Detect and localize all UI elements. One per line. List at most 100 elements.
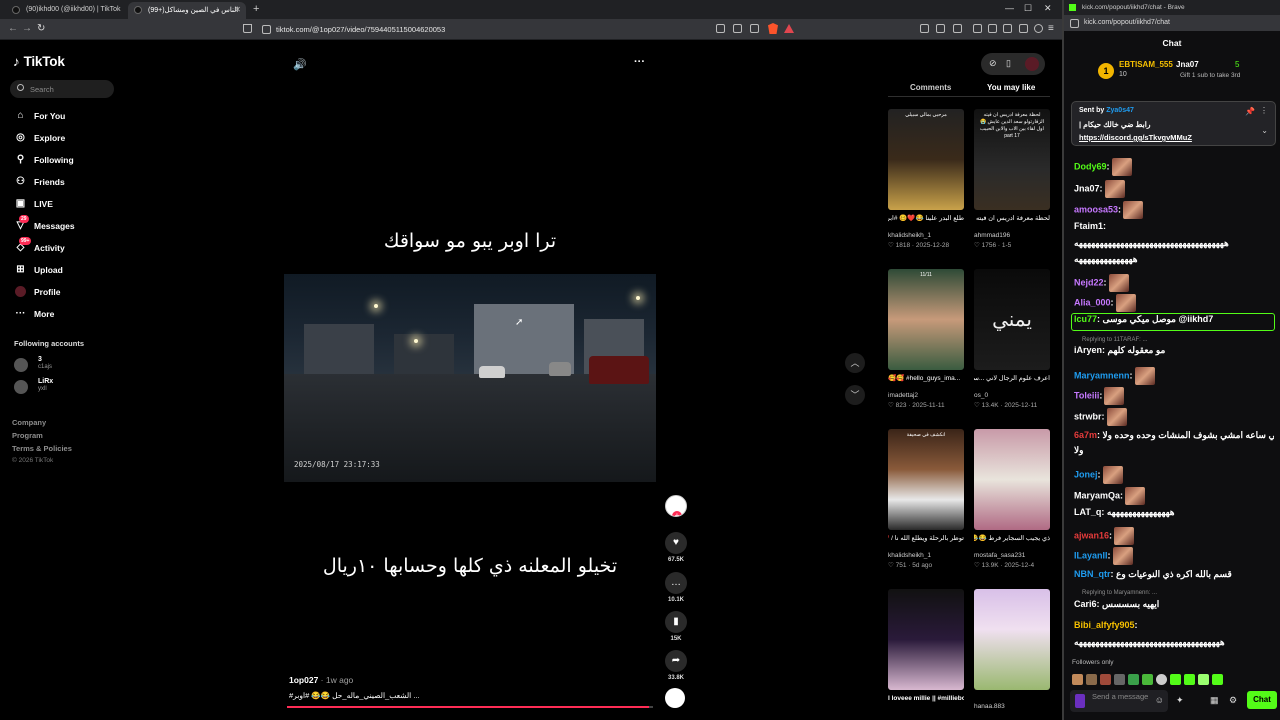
chevron-down-icon[interactable]: ⌄ xyxy=(1261,126,1268,135)
chat-username[interactable]: Cari6 xyxy=(1074,599,1097,609)
extension-icon[interactable] xyxy=(936,24,945,33)
chat-message[interactable]: ILayanII: xyxy=(1074,547,1274,565)
emote-icon[interactable] xyxy=(1100,674,1111,685)
site-info-icon[interactable] xyxy=(262,25,271,34)
comment-button[interactable]: … 10.1K xyxy=(664,572,688,603)
device-icon[interactable]: ▯ xyxy=(1006,58,1011,69)
brave-rewards-icon[interactable] xyxy=(784,24,794,33)
chat-message[interactable]: Alia_000: xyxy=(1074,294,1274,312)
chat-username[interactable]: Jonej xyxy=(1074,469,1098,479)
chat-username[interactable]: ajwan16 xyxy=(1074,530,1109,540)
video-card[interactable]: hanaa.883 xyxy=(974,589,1050,710)
emote-icon[interactable] xyxy=(1086,674,1097,685)
video-card[interactable]: لحظة معرفة ادريس ان فيته الزفارتولو سعد … xyxy=(974,109,1050,249)
chat-message[interactable]: LAT_q: هههههههههههههههه xyxy=(1074,507,1274,518)
emote-icon[interactable] xyxy=(1128,674,1139,685)
chat-message[interactable]: ajwan16: xyxy=(1074,527,1274,545)
chat-message[interactable]: iAryen: مو معقوله كلهم xyxy=(1074,345,1274,356)
chat-username[interactable]: amoosa53 xyxy=(1074,204,1118,214)
more-options-icon[interactable]: ··· xyxy=(634,56,645,68)
chat-username[interactable]: ILayanII xyxy=(1074,550,1108,560)
nav-profile[interactable]: Profile xyxy=(13,286,60,300)
chat-message[interactable]: Bibi_alfyfy905: xyxy=(1074,620,1274,630)
tab-comments[interactable]: Comments xyxy=(910,83,951,92)
dashcam-video-frame[interactable]: 2025/08/17 23:17:33 xyxy=(284,274,656,482)
chat-message[interactable]: strwbr: xyxy=(1074,408,1274,426)
tab-you-may-like[interactable]: You may like xyxy=(987,83,1036,97)
chat-message[interactable]: 6a7m: لي ساعه امشي بشوف المنشات وحده وحد… xyxy=(1074,430,1274,441)
forward-icon[interactable]: → xyxy=(22,23,32,34)
chat-username[interactable]: Alia_000 xyxy=(1074,297,1111,307)
chat-message[interactable]: ههههههههههههههههههههههههههههههههههههه xyxy=(1074,238,1274,249)
chat-input[interactable]: Send a message ☺ xyxy=(1070,690,1168,712)
store-icon[interactable]: ▦ xyxy=(1210,695,1219,706)
sidebar-icon[interactable] xyxy=(988,24,997,33)
address-bar[interactable]: tiktok.com/@1op027/video/759440511500462… xyxy=(256,22,796,37)
back-icon[interactable]: ← xyxy=(8,23,18,34)
video-card[interactable]: ذي يجيب السجاير فرط 😂😂😂 mostafa_sasa231 … xyxy=(974,429,1050,569)
chat-username[interactable]: Ftaim1 xyxy=(1074,221,1103,231)
chat-message[interactable]: Cari6: ايهيه بسسسس xyxy=(1074,599,1274,610)
follow-plus-icon[interactable]: + xyxy=(672,511,682,516)
video-author[interactable]: 1op027 · 1w ago xyxy=(289,675,353,685)
settings-icon[interactable]: ⚙ xyxy=(1229,695,1237,706)
chat-message[interactable]: Dody69: xyxy=(1074,158,1274,176)
profile-avatar[interactable] xyxy=(1025,57,1039,71)
video-card[interactable]: 11/11 🥰🥰 #hello_guys_ima... imadettaj2 ♡… xyxy=(888,269,964,409)
minimize-icon[interactable]: — xyxy=(1005,3,1014,13)
chat-message[interactable]: Maryamnenn: xyxy=(1074,367,1274,385)
nav-more[interactable]: ··· More xyxy=(13,308,55,322)
profile-icon[interactable] xyxy=(1034,24,1043,33)
video-progress-bar[interactable] xyxy=(287,706,653,708)
pin-icon[interactable]: 📌 xyxy=(1245,107,1255,116)
maximize-icon[interactable]: ☐ xyxy=(1024,3,1032,14)
nav-activity[interactable]: ◇ 99+ Activity xyxy=(13,237,65,256)
nav-explore[interactable]: ◎ Explore xyxy=(13,132,65,146)
compass-icon[interactable]: ⊘ xyxy=(989,58,997,69)
new-tab-icon[interactable]: + xyxy=(253,3,259,15)
emote-icon[interactable] xyxy=(1142,674,1153,685)
video-card[interactable]: I loveee millie || #milliebobbybro... xyxy=(888,589,964,712)
emote-icon[interactable] xyxy=(1212,674,1223,685)
emote-icon[interactable] xyxy=(1072,674,1083,685)
chat-username[interactable]: 6a7m xyxy=(1074,430,1097,440)
footer-company-link[interactable]: Company xyxy=(12,418,46,427)
reload-icon[interactable]: ↻ xyxy=(37,23,45,34)
footer-terms-link[interactable]: Terms & Policies xyxy=(12,444,72,453)
tiktok-logo[interactable]: ♪ TikTok xyxy=(13,54,65,69)
chat-username[interactable]: Maryamnenn xyxy=(1074,370,1130,380)
extension-icon[interactable] xyxy=(920,24,929,33)
video-card[interactable]: مرحبي بمالي سبيلي طلع البدر علينا 😂❤️🥴 #… xyxy=(888,109,964,249)
chat-username[interactable]: NBN_qtr xyxy=(1074,569,1111,579)
video-description[interactable]: #الشعب_الصيني_ماله_حل 😂😂 #اوبر ... xyxy=(289,691,420,700)
chat-username[interactable]: LAT_q xyxy=(1074,507,1101,517)
chat-message[interactable]: Nejd22: xyxy=(1074,274,1274,292)
chat-message[interactable]: ههههههههههههههه xyxy=(1074,254,1274,265)
nav-live[interactable]: ▣ LIVE xyxy=(13,198,53,212)
video-card[interactable]: انكشف في صحيفة توظر بالرحلة ويطلع الله ن… xyxy=(888,429,964,569)
previous-video-button[interactable]: ︿ xyxy=(845,353,865,373)
close-tab-icon[interactable]: ✕ xyxy=(234,5,241,14)
save-button[interactable]: ▮ 15K xyxy=(664,611,688,642)
like-button[interactable]: ♥ 67.5K xyxy=(664,532,688,563)
chat-message[interactable]: Jna07: xyxy=(1074,180,1274,198)
address-bar[interactable]: kick.com/popout/iikhd7/chat xyxy=(1064,15,1280,31)
emoji-icon[interactable]: ☺ xyxy=(1155,696,1164,705)
extensions-puzzle-icon[interactable] xyxy=(953,24,962,33)
chat-username[interactable]: iAryen xyxy=(1074,345,1102,355)
emote-icon[interactable] xyxy=(1114,674,1125,685)
chat-username[interactable]: Bibi_alfyfy905 xyxy=(1074,620,1135,630)
nav-following[interactable]: ⚲ Following xyxy=(13,154,74,168)
chat-username[interactable]: strwbr xyxy=(1074,411,1102,421)
chat-message[interactable]: MaryamQa: xyxy=(1074,487,1274,505)
share-button[interactable]: ➦ 33.8K xyxy=(664,650,688,681)
chat-message[interactable]: amoosa53: xyxy=(1074,201,1274,219)
chat-username[interactable]: MaryamQa xyxy=(1074,490,1120,500)
chat-message[interactable]: Jonej: xyxy=(1074,466,1274,484)
chat-username[interactable]: Toleiii xyxy=(1074,390,1099,400)
close-window-icon[interactable]: ✕ xyxy=(1044,3,1052,14)
nav-friends[interactable]: ⚇ Friends xyxy=(13,176,65,190)
chat-message[interactable]: Ftaim1: xyxy=(1074,221,1274,231)
video-card[interactable]: يمني اعرف علوم الرجال لاني ...ساي فيلي #… xyxy=(974,269,1050,409)
extension-icon[interactable] xyxy=(733,24,742,33)
